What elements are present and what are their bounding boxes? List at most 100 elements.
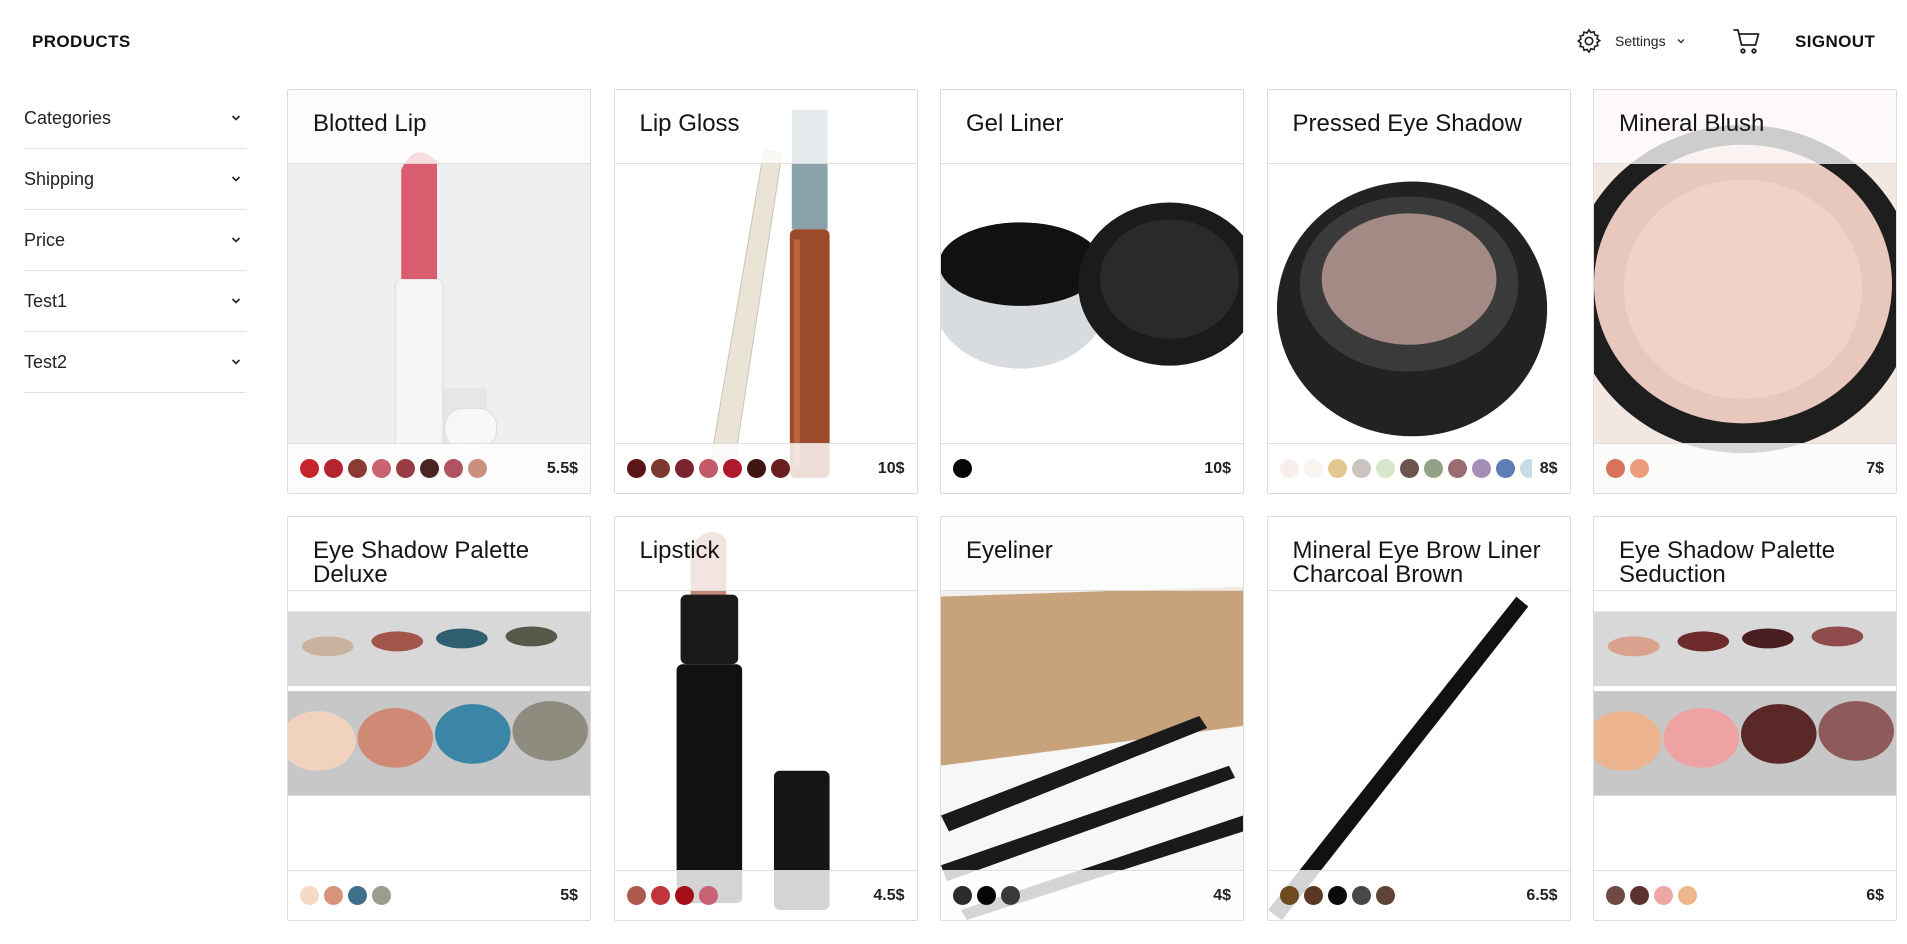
color-swatch[interactable] bbox=[324, 886, 343, 905]
color-swatch[interactable] bbox=[324, 459, 343, 478]
color-swatch[interactable] bbox=[1327, 886, 1347, 905]
product-card[interactable]: Eye Shadow Palette Seduction 6$ bbox=[1593, 516, 1897, 921]
brand-title[interactable]: PRODUCTS bbox=[32, 32, 131, 52]
product-footer: 4$ bbox=[941, 870, 1243, 920]
color-swatch[interactable] bbox=[1351, 459, 1371, 478]
product-footer: 7$ bbox=[1594, 443, 1896, 493]
color-swatches bbox=[1279, 459, 1532, 478]
color-swatch[interactable] bbox=[1630, 459, 1649, 478]
filter-label: Price bbox=[24, 229, 66, 250]
color-swatch[interactable] bbox=[650, 886, 670, 905]
color-swatches bbox=[626, 459, 870, 478]
product-price: 6$ bbox=[1866, 886, 1884, 904]
color-swatch[interactable] bbox=[953, 459, 972, 478]
product-grid: Blotted Lip 5.5$ Lip Gloss 10$ Gel Liner… bbox=[287, 89, 1897, 921]
color-swatch[interactable] bbox=[1606, 459, 1625, 478]
color-swatch[interactable] bbox=[1447, 459, 1467, 478]
color-swatch[interactable] bbox=[300, 886, 319, 905]
product-footer: 5$ bbox=[288, 870, 590, 920]
filter-shipping[interactable]: Shipping bbox=[24, 149, 246, 210]
color-swatch[interactable] bbox=[348, 886, 367, 905]
color-swatch[interactable] bbox=[1495, 459, 1515, 478]
color-swatch[interactable] bbox=[1303, 459, 1323, 478]
product-card[interactable]: Pressed Eye Shadow 8$ bbox=[1266, 89, 1571, 494]
filter-price[interactable]: Price bbox=[24, 210, 246, 271]
color-swatch[interactable] bbox=[348, 459, 367, 478]
color-swatch[interactable] bbox=[953, 886, 972, 905]
color-swatch[interactable] bbox=[674, 886, 694, 905]
product-price: 4$ bbox=[1213, 886, 1231, 904]
color-swatch[interactable] bbox=[1375, 459, 1395, 478]
color-swatch[interactable] bbox=[626, 886, 646, 905]
color-swatch[interactable] bbox=[722, 459, 742, 478]
color-swatch[interactable] bbox=[444, 459, 463, 478]
color-swatch[interactable] bbox=[1327, 459, 1347, 478]
chevron-down-icon bbox=[230, 234, 242, 246]
chevron-down-icon bbox=[230, 295, 242, 307]
color-swatches bbox=[300, 886, 552, 905]
color-swatch[interactable] bbox=[1001, 886, 1020, 905]
color-swatch[interactable] bbox=[420, 459, 439, 478]
color-swatch[interactable] bbox=[1423, 459, 1443, 478]
product-title: Eye Shadow Palette Deluxe bbox=[313, 537, 530, 588]
product-card[interactable]: Mineral Blush 7$ bbox=[1593, 89, 1897, 494]
color-swatch[interactable] bbox=[372, 459, 391, 478]
color-swatch[interactable] bbox=[300, 459, 319, 478]
filter-categories[interactable]: Categories bbox=[24, 88, 246, 149]
color-swatch[interactable] bbox=[746, 459, 766, 478]
color-swatch[interactable] bbox=[1351, 886, 1371, 905]
color-swatch[interactable] bbox=[674, 459, 694, 478]
product-title: Mineral Blush bbox=[1619, 110, 1765, 137]
color-swatch[interactable] bbox=[1678, 886, 1697, 905]
product-card[interactable]: Gel Liner 10$ bbox=[940, 89, 1244, 494]
color-swatches bbox=[626, 886, 866, 905]
filter-test2[interactable]: Test2 bbox=[24, 332, 246, 393]
color-swatches bbox=[953, 886, 1205, 905]
color-swatch[interactable] bbox=[1279, 886, 1299, 905]
product-footer: 8$ bbox=[1267, 443, 1570, 493]
product-card[interactable]: Lip Gloss 10$ bbox=[613, 89, 918, 494]
color-swatch[interactable] bbox=[1654, 886, 1673, 905]
filter-label: Categories bbox=[24, 107, 112, 128]
filter-label: Test1 bbox=[24, 290, 68, 311]
product-price: 10$ bbox=[877, 459, 905, 477]
color-swatch[interactable] bbox=[1519, 459, 1532, 478]
settings-label: Settings bbox=[1615, 33, 1666, 49]
product-card[interactable]: Mineral Eye Brow Liner Charcoal Brown 6.… bbox=[1266, 516, 1571, 921]
product-card[interactable]: Blotted Lip 5.5$ bbox=[287, 89, 591, 494]
product-price: 5.5$ bbox=[546, 459, 578, 477]
product-title: Eye Shadow Palette Seduction bbox=[1619, 537, 1836, 588]
chevron-down-icon bbox=[230, 356, 242, 368]
product-footer: 10$ bbox=[941, 443, 1243, 493]
color-swatch[interactable] bbox=[977, 886, 996, 905]
color-swatch[interactable] bbox=[1630, 886, 1649, 905]
signout-link[interactable]: SIGNOUT bbox=[1795, 32, 1875, 52]
color-swatch[interactable] bbox=[1279, 459, 1299, 478]
color-swatch[interactable] bbox=[372, 886, 391, 905]
color-swatches bbox=[953, 459, 1196, 478]
product-card[interactable]: Lipstick 4.5$ bbox=[613, 516, 918, 921]
color-swatch[interactable] bbox=[1471, 459, 1491, 478]
color-swatch[interactable] bbox=[468, 459, 487, 478]
filter-test1[interactable]: Test1 bbox=[24, 271, 246, 332]
color-swatch[interactable] bbox=[1303, 886, 1323, 905]
color-swatch[interactable] bbox=[650, 459, 670, 478]
color-swatch[interactable] bbox=[1399, 459, 1419, 478]
color-swatch[interactable] bbox=[770, 459, 790, 478]
filters-sidebar: Categories Shipping Price Test1 Test2 bbox=[24, 88, 246, 393]
product-card[interactable]: Eyeliner 4$ bbox=[940, 516, 1244, 921]
settings-menu[interactable]: Settings bbox=[1575, 26, 1686, 56]
color-swatch[interactable] bbox=[698, 886, 718, 905]
color-swatch[interactable] bbox=[698, 459, 718, 478]
product-title: Lip Gloss bbox=[639, 110, 740, 137]
cart-icon[interactable] bbox=[1730, 24, 1764, 58]
product-title: Lipstick bbox=[639, 537, 720, 564]
product-footer: 10$ bbox=[614, 443, 917, 493]
color-swatch[interactable] bbox=[626, 459, 646, 478]
color-swatch[interactable] bbox=[1375, 886, 1395, 905]
product-price: 8$ bbox=[1539, 459, 1558, 477]
product-footer: 6.5$ bbox=[1267, 870, 1570, 920]
product-card[interactable]: Eye Shadow Palette Deluxe 5$ bbox=[287, 516, 591, 921]
color-swatch[interactable] bbox=[396, 459, 415, 478]
color-swatch[interactable] bbox=[1606, 886, 1625, 905]
